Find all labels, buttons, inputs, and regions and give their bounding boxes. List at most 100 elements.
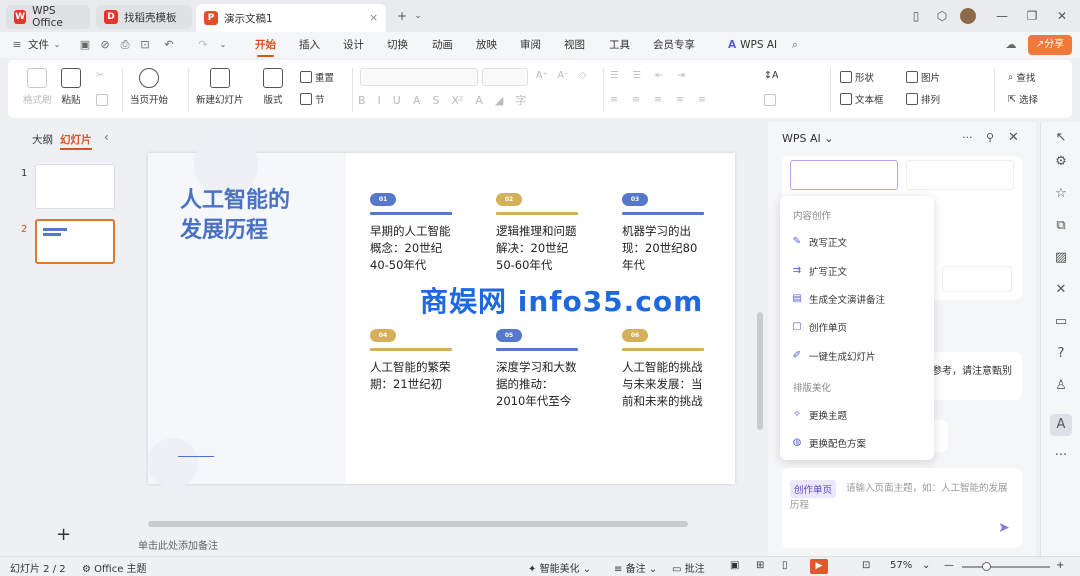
tab-wps-office[interactable]: W WPS Office: [6, 5, 90, 29]
comments-button[interactable]: ▭ 批注: [672, 560, 705, 575]
star-icon[interactable]: ☆: [1053, 186, 1069, 202]
notes-placeholder[interactable]: 单击此处添加备注: [138, 537, 218, 552]
image-icon[interactable]: ▨: [1053, 250, 1069, 266]
menu-tools[interactable]: 工具: [609, 36, 630, 54]
shrink-font-icon[interactable]: A⁻: [558, 70, 570, 81]
align-center-icon[interactable]: ≡: [632, 94, 640, 105]
menu-animation[interactable]: 动画: [432, 36, 453, 54]
clear-format-icon[interactable]: ◇: [579, 70, 586, 81]
content-card[interactable]: 06 人工智能的挑战与未来发展：当前和未来的挑战: [622, 329, 704, 410]
ai-panel-title[interactable]: WPS AI ⌄: [782, 132, 833, 145]
zoom-slider[interactable]: [962, 566, 1050, 568]
bullet-list-icon[interactable]: ☰: [610, 70, 619, 81]
link-icon[interactable]: ⊘: [98, 38, 112, 52]
print-icon[interactable]: ⎙: [118, 38, 132, 52]
hamburger-icon[interactable]: ≡: [10, 38, 24, 52]
fit-window-icon[interactable]: ⊡: [862, 560, 870, 571]
cursor-arrow-icon[interactable]: ↖: [1053, 130, 1069, 146]
add-slide-icon[interactable]: +: [56, 524, 71, 545]
restore-icon[interactable]: ❐: [1024, 8, 1040, 24]
select-button[interactable]: ⇱ 选择: [1008, 92, 1038, 107]
more-icon[interactable]: ···: [962, 131, 973, 144]
shape-button[interactable]: 形状: [840, 70, 874, 84]
tab-slides[interactable]: 幻灯片: [60, 132, 92, 150]
tablet-icon[interactable]: ▯: [908, 8, 924, 24]
menu-review[interactable]: 审阅: [520, 36, 541, 54]
italic-icon[interactable]: I: [378, 94, 381, 107]
popup-item-create-page[interactable]: ▢ 创作单页: [791, 320, 847, 334]
strike-icon[interactable]: A: [413, 94, 421, 107]
normal-view-icon[interactable]: ▣: [730, 560, 739, 571]
tab-presentation[interactable]: P 演示文稿1 ×: [196, 4, 386, 32]
tab-outline[interactable]: 大纲: [32, 132, 53, 147]
print-preview-icon[interactable]: ⊡: [138, 38, 152, 52]
slide-title[interactable]: 人工智能的 发展历程: [180, 186, 290, 246]
share-button[interactable]: ↗分享: [1028, 35, 1072, 55]
input-placeholder[interactable]: 请输入页面主题，如：人工智能的发展历程: [790, 480, 1012, 514]
chevron-down-icon[interactable]: ⌄: [410, 8, 426, 24]
template-thumb[interactable]: [942, 266, 1012, 292]
menu-slideshow[interactable]: 放映: [476, 36, 497, 54]
zoom-plus-icon[interactable]: +: [1056, 560, 1064, 571]
layout-button[interactable]: 版式: [263, 68, 283, 106]
arrange-button[interactable]: 排列: [906, 92, 940, 106]
template-thumb[interactable]: [906, 160, 1014, 190]
content-card[interactable]: 04 人工智能的繁荣期：21世纪初: [370, 329, 452, 393]
line-spacing-button[interactable]: ↕A: [764, 70, 778, 81]
reading-view-icon[interactable]: ▯: [782, 560, 788, 571]
slide-thumbnail-2[interactable]: [35, 219, 115, 264]
template-thumb-selected[interactable]: [790, 160, 898, 190]
grow-font-icon[interactable]: A⁺: [536, 70, 548, 81]
shirt-icon[interactable]: ♙: [1053, 378, 1069, 394]
decrease-indent-icon[interactable]: ⇤: [655, 70, 663, 81]
menu-design[interactable]: 设计: [343, 36, 364, 54]
font-size-select[interactable]: [482, 68, 528, 86]
popup-item-change-theme[interactable]: ✧ 更换主题: [791, 408, 847, 422]
popup-item-generate-slides[interactable]: ✐ 一键生成幻灯片: [791, 349, 876, 363]
align-left-icon[interactable]: ≡: [610, 94, 618, 105]
vertical-scrollbar[interactable]: [757, 312, 763, 430]
book-icon[interactable]: ▭: [1053, 314, 1069, 330]
slide-thumbnail-1[interactable]: [35, 164, 115, 209]
close-window-icon[interactable]: ✕: [1054, 8, 1070, 24]
content-card[interactable]: 05 深度学习和大数据的推动：2010年代至今: [496, 329, 578, 410]
paste-button[interactable]: 粘贴: [61, 68, 81, 106]
more-icon[interactable]: ···: [1053, 448, 1069, 464]
highlight-icon[interactable]: ◢: [495, 94, 503, 107]
content-card[interactable]: 02 逻辑推理和问题解决：20世纪50-60年代: [496, 193, 578, 274]
tab-docer-templates[interactable]: D 找稻壳模板: [96, 5, 192, 29]
align-right-icon[interactable]: ≡: [654, 94, 662, 105]
font-color-icon[interactable]: A: [475, 94, 483, 107]
menu-wps-ai[interactable]: A WPS AI: [728, 36, 777, 54]
help-icon[interactable]: ?: [1053, 346, 1069, 362]
format-painter-button[interactable]: 格式刷: [23, 68, 52, 106]
collapse-icon[interactable]: ‹: [104, 130, 109, 144]
menu-transition[interactable]: 切换: [387, 36, 408, 54]
reset-button[interactable]: 重置: [300, 70, 334, 84]
menu-member[interactable]: 会员专享: [653, 36, 695, 54]
add-tab-icon[interactable]: +: [394, 8, 410, 24]
zoom-level[interactable]: 57%: [890, 560, 912, 571]
cloud-icon[interactable]: ☁: [1004, 38, 1018, 52]
search-icon[interactable]: ⌕: [788, 38, 802, 52]
menu-view[interactable]: 视图: [564, 36, 585, 54]
cut-button[interactable]: ✂: [96, 70, 104, 81]
beautify-button[interactable]: ✦ 智能美化 ⌄: [528, 560, 591, 575]
save-icon[interactable]: ▣: [78, 38, 92, 52]
chevron-down-icon[interactable]: ⌄: [216, 38, 230, 52]
bold-icon[interactable]: B: [358, 94, 366, 107]
copy-button[interactable]: [96, 94, 108, 106]
sorter-view-icon[interactable]: ⊞: [756, 560, 764, 571]
close-icon[interactable]: ×: [369, 12, 378, 24]
play-slideshow-button[interactable]: ▶: [810, 559, 828, 574]
textbox-button[interactable]: 文本框: [840, 92, 884, 106]
popup-item-expand[interactable]: ⇉ 扩写正文: [791, 264, 847, 278]
section-button[interactable]: 节: [300, 92, 325, 106]
content-card[interactable]: 01 早期的人工智能概念：20世纪40-50年代: [370, 193, 452, 274]
columns-button[interactable]: [764, 94, 776, 106]
wps-ai-sidebar-icon[interactable]: A: [1050, 414, 1072, 436]
zoom-slider-thumb[interactable]: [982, 562, 991, 571]
minimize-icon[interactable]: —: [994, 8, 1010, 24]
adjust-icon[interactable]: ⚙: [1053, 154, 1069, 170]
content-card[interactable]: 03 机器学习的出现：20世纪80年代: [622, 193, 704, 274]
